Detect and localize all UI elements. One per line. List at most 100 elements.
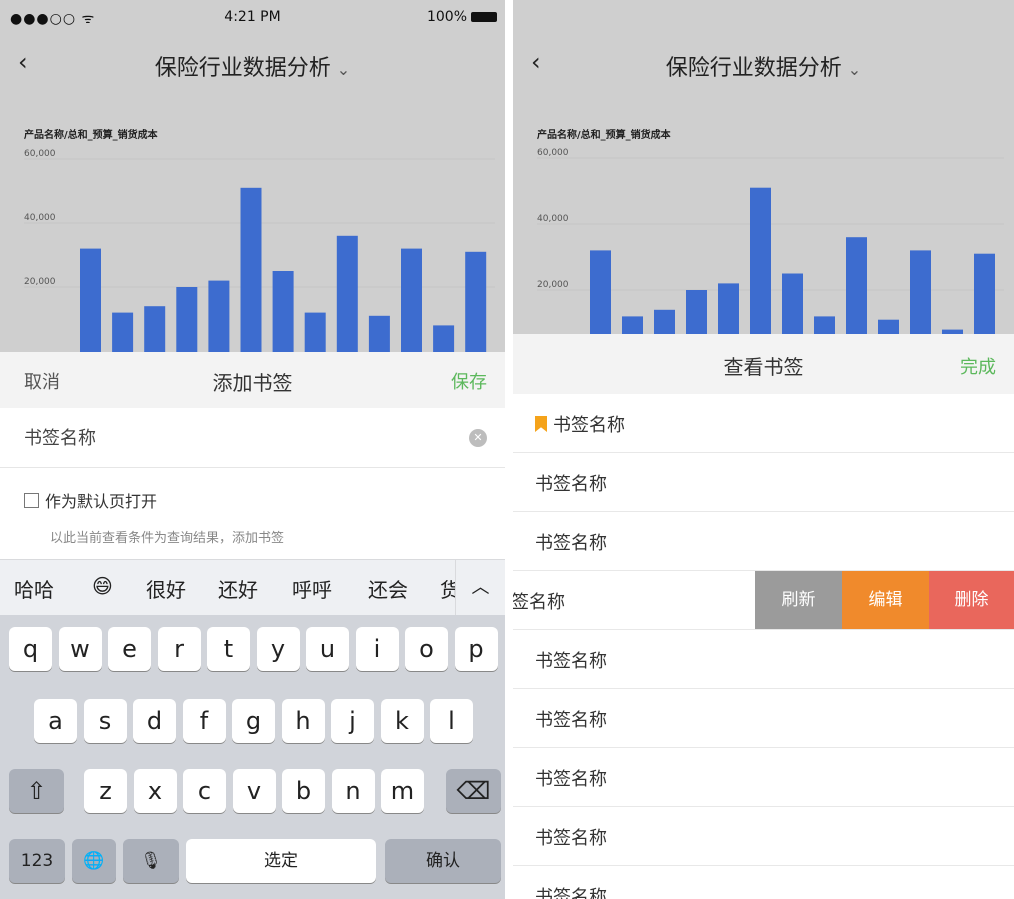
suggestion-item[interactable]: 😄 (92, 574, 113, 598)
key-v[interactable]: v (232, 769, 276, 813)
chart-bar (304, 312, 326, 352)
add-bookmark-header: 取消 添加书签 保存 (0, 352, 505, 408)
bookmark-item: 书签名称 (535, 706, 607, 732)
key-q[interactable]: q (9, 627, 52, 671)
chart-bar (272, 271, 294, 352)
chart-bar (686, 290, 707, 334)
checkbox-icon[interactable] (24, 492, 39, 508)
page-title[interactable]: 保险行业数据分析 ⌄ (0, 50, 505, 82)
suggestion-item[interactable]: 还会 (368, 574, 408, 603)
bookmark-name-row: ✕ (0, 408, 505, 468)
bookmark-row[interactable]: 书签名称 (513, 689, 1014, 748)
bookmark-row[interactable]: 书签名称 (513, 630, 1014, 689)
bookmark-label: 书签名称 (553, 415, 625, 436)
chart-bar (718, 283, 739, 334)
default-open-label: 作为默认页打开 (45, 492, 158, 511)
space-key[interactable]: 选定 (186, 839, 376, 883)
expand-suggestions-icon[interactable]: ︿ (455, 560, 505, 615)
bookmark-row[interactable]: 书签名称 (513, 453, 1014, 512)
chart-bar (144, 306, 166, 352)
chart-svg: 60,000 40,000 20,000 (24, 149, 495, 352)
key-c[interactable]: c (183, 769, 226, 813)
key-x[interactable]: x (133, 769, 177, 813)
chart-bar (910, 250, 931, 334)
chart-bar (974, 253, 995, 334)
key-m[interactable]: m (381, 769, 424, 813)
edit-button[interactable]: 编辑 (842, 571, 929, 629)
save-button[interactable]: 保存 (451, 368, 487, 394)
key-o[interactable]: o (405, 627, 448, 671)
key-i[interactable]: i (355, 627, 399, 671)
chart-bar (846, 237, 867, 334)
bookmark-label: 书签名称 (535, 887, 607, 899)
default-open-checkbox[interactable]: 作为默认页打开 (24, 488, 157, 512)
delete-key[interactable]: ⌫ (446, 769, 501, 813)
bookmark-row[interactable]: 书签名称 (513, 394, 1014, 453)
microphone-icon[interactable]: 🎙 (123, 839, 179, 883)
bar-chart: 产品名称/总和_预算_销货成本 60,000 40,000 20,000 (0, 94, 505, 352)
key-d[interactable]: d (133, 699, 176, 743)
suggestion-item[interactable]: 呼呼 (292, 574, 332, 603)
bookmark-label: 书签名称 (535, 828, 607, 849)
bookmark-row[interactable]: 书签名称 (513, 748, 1014, 807)
chart-bar (814, 316, 835, 334)
chart-bar (80, 248, 101, 352)
chevron-down-icon: ⌄ (336, 60, 351, 79)
key-f[interactable]: f (182, 699, 226, 743)
add-bookmark-title: 添加书签 (212, 371, 293, 395)
globe-icon[interactable]: 🌐 (72, 839, 116, 883)
key-p[interactable]: p (454, 627, 498, 671)
key-k[interactable]: k (380, 699, 424, 743)
numbers-key[interactable]: 123 (9, 839, 65, 883)
bookmark-label: 书签名称 (535, 533, 607, 554)
chart-bar (368, 315, 390, 352)
chart-bar (878, 319, 899, 334)
key-b[interactable]: b (282, 769, 325, 813)
key-j[interactable]: j (331, 699, 374, 743)
done-button[interactable]: 完成 (960, 353, 996, 379)
nav-bar-right: ‹ 保险行业数据分析 ⌄ (513, 0, 1014, 94)
bookmark-row[interactable]: 书签名称 (513, 512, 1014, 571)
key-l[interactable]: l (430, 699, 473, 743)
bookmark-item: 书签名称 (535, 824, 607, 850)
key-y[interactable]: y (256, 627, 300, 671)
chart-bar (176, 287, 198, 352)
key-w[interactable]: w (58, 627, 102, 671)
battery-percent: 100% (426, 9, 467, 25)
page-title[interactable]: 保险行业数据分析 ⌄ (513, 50, 1014, 82)
suggestion-item[interactable]: 很好 (146, 574, 186, 603)
bookmark-item: 书签名称 (535, 470, 607, 496)
shift-key[interactable]: ⇧ (9, 769, 64, 813)
clear-icon[interactable]: ✕ (469, 429, 487, 447)
bookmark-label: 书签名称 (535, 710, 607, 731)
suggestion-item[interactable]: 还好 (218, 574, 258, 603)
bookmark-name-input[interactable] (24, 422, 444, 454)
key-s[interactable]: s (83, 699, 127, 743)
confirm-key[interactable]: 确认 (385, 839, 501, 883)
bookmark-label: 书签名称 (535, 769, 607, 790)
key-t[interactable]: t (207, 627, 250, 671)
bookmark-row[interactable]: 书签名称 (513, 807, 1014, 866)
chart-bar (433, 325, 455, 352)
chart-bar (112, 312, 134, 352)
key-z[interactable]: z (84, 769, 127, 813)
key-h[interactable]: h (281, 699, 325, 743)
hint-text: 以此当前查看条件为查询结果，添加书签 (50, 531, 285, 546)
chart-bar (208, 280, 230, 352)
page-title-text: 保险行业数据分析 (154, 56, 331, 81)
chart-svg: 60,000 40,000 20,000 (537, 148, 1004, 334)
key-r[interactable]: r (157, 627, 201, 671)
bookmark-row[interactable]: 书签名称 (513, 866, 1014, 899)
delete-button[interactable]: 删除 (929, 571, 1014, 629)
refresh-button[interactable]: 刷新 (755, 571, 842, 629)
key-n[interactable]: n (331, 769, 375, 813)
key-e[interactable]: e (108, 627, 151, 671)
y-tick-label: 60,000 (24, 149, 56, 159)
y-tick-label: 40,000 (537, 214, 569, 224)
key-u[interactable]: u (306, 627, 349, 671)
bookmark-row[interactable]: 签名称 刷新 编辑 删除 (513, 571, 1014, 630)
key-g[interactable]: g (232, 699, 275, 743)
suggestion-item[interactable]: 哈哈 (14, 574, 54, 603)
key-a[interactable]: a (34, 699, 77, 743)
bookmark-label: 书签名称 (535, 651, 607, 672)
